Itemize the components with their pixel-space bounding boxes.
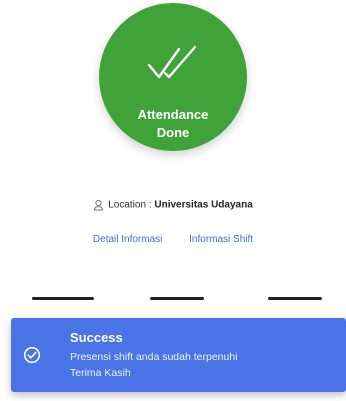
toast-message-line2: Terima Kasih <box>70 367 131 379</box>
location-row: Location : Universitas Udayana <box>0 199 346 211</box>
attendance-status-label: Attendance Done <box>99 106 247 142</box>
attendance-status-circle[interactable]: Attendance Done <box>99 3 247 151</box>
attendance-screen: Attendance Done Location : Universitas U… <box>0 0 346 401</box>
detail-informasi-link[interactable]: Detail Informasi <box>93 234 162 245</box>
toast-message-line1: Presensi shift anda sudah terpenuhi <box>70 351 238 363</box>
attendance-status-line1: Attendance <box>137 107 209 122</box>
time-digit-placeholder <box>32 297 94 300</box>
location-value: Universitas Udayana <box>154 199 253 211</box>
time-digit-placeholder <box>268 297 322 300</box>
check-circle-icon <box>23 346 41 364</box>
toast-title: Success <box>70 330 123 345</box>
time-display-partial <box>0 293 346 303</box>
location-pin-icon <box>94 199 104 211</box>
toast-message: Presensi shift anda sudah terpenuhi Teri… <box>70 349 238 381</box>
time-digit-placeholder <box>150 297 204 300</box>
informasi-shift-link[interactable]: Informasi Shift <box>189 234 253 245</box>
success-toast[interactable]: Success Presensi shift anda sudah terpen… <box>11 318 346 392</box>
info-links: Detail Informasi Informasi Shift <box>0 234 346 245</box>
location-label: Location : <box>108 199 152 211</box>
attendance-status-line2: Done <box>156 125 190 140</box>
double-check-icon <box>147 45 197 79</box>
